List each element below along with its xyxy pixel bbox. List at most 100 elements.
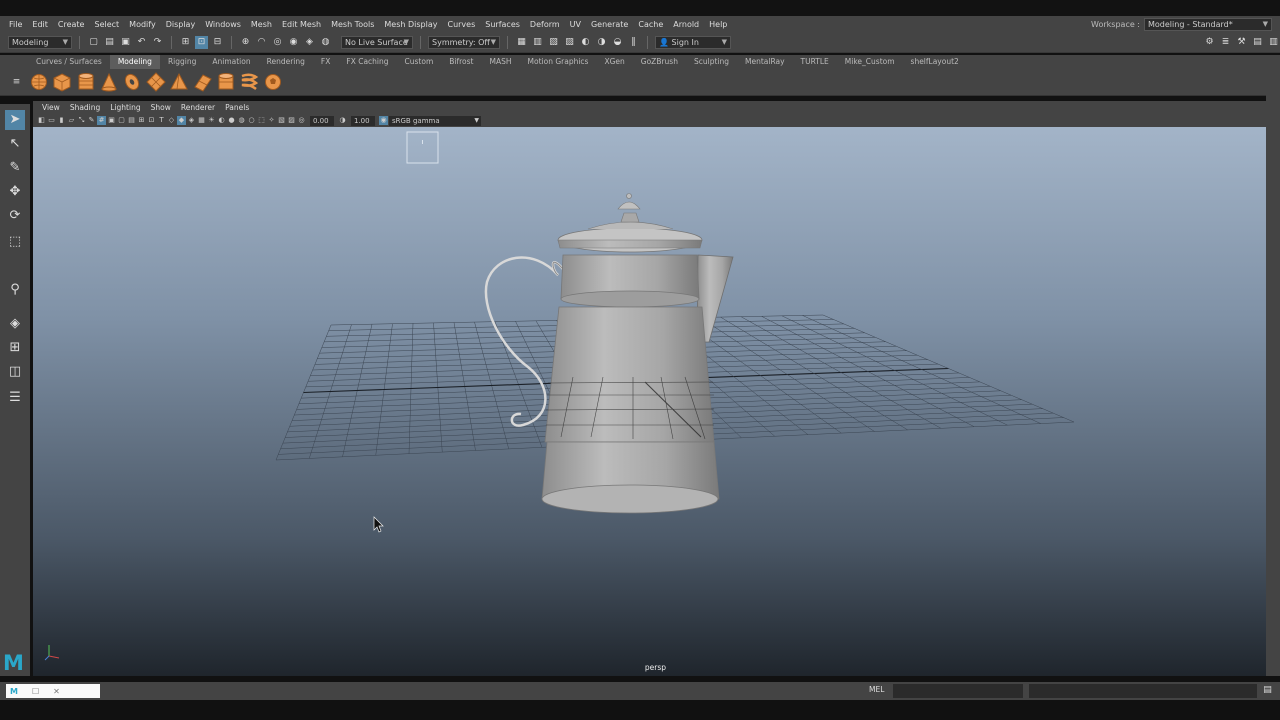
menu-mesh[interactable]: Mesh: [246, 20, 277, 29]
live-surface-field[interactable]: No Live Surface: [341, 36, 413, 49]
wireframe-icon[interactable]: ◇: [167, 116, 176, 125]
hypershade-icon[interactable]: ◐: [579, 36, 592, 49]
snap-live-icon[interactable]: ◍: [319, 36, 332, 49]
menu-help[interactable]: Help: [704, 20, 732, 29]
taskbar-item[interactable]: M ☐ ✕: [6, 684, 100, 698]
camera-attributes-icon[interactable]: ▭: [47, 116, 56, 125]
menu-mesh-tools[interactable]: Mesh Tools: [326, 20, 379, 29]
snap-curve-icon[interactable]: ◠: [255, 36, 268, 49]
snap-point-icon[interactable]: ◎: [271, 36, 284, 49]
script-editor-icon[interactable]: ▤: [1261, 684, 1274, 697]
viewport-menu-view[interactable]: View: [37, 103, 65, 112]
open-scene-icon[interactable]: ▤: [103, 36, 116, 49]
shelf-tab-rendering[interactable]: Rendering: [259, 55, 313, 69]
perspective-viewport[interactable]: persp: [33, 127, 1278, 676]
shadows-icon[interactable]: ◐: [217, 116, 226, 125]
menu-mesh-display[interactable]: Mesh Display: [379, 20, 442, 29]
close-icon[interactable]: ✕: [53, 687, 60, 696]
shelf-tab-animation[interactable]: Animation: [204, 55, 258, 69]
side-by-side-view-icon[interactable]: ◫: [5, 362, 25, 382]
shelf-tab-xgen[interactable]: XGen: [596, 55, 632, 69]
menu-select[interactable]: Select: [89, 20, 124, 29]
shelf-menu-icon[interactable]: ≡: [10, 76, 23, 89]
poly-pyramid-icon[interactable]: [170, 72, 188, 90]
select-component-icon[interactable]: ⊟: [211, 36, 224, 49]
exposure-icon[interactable]: ◎: [297, 116, 306, 125]
poly-pipe-icon[interactable]: [218, 73, 234, 90]
viewport-menu-lighting[interactable]: Lighting: [105, 103, 145, 112]
field-chart-icon[interactable]: ⊞: [137, 116, 146, 125]
gate-mask-icon[interactable]: ▤: [127, 116, 136, 125]
outliner-layout-icon[interactable]: ☰: [5, 388, 25, 408]
select-tool-icon[interactable]: ➤: [5, 110, 25, 130]
viewport-menu-renderer[interactable]: Renderer: [176, 103, 220, 112]
menu-uv[interactable]: UV: [565, 20, 586, 29]
redo-icon[interactable]: ↷: [151, 36, 164, 49]
safe-title-icon[interactable]: T: [157, 116, 166, 125]
render-frame-icon[interactable]: ▥: [531, 36, 544, 49]
symmetry-dropdown[interactable]: Symmetry: Off: [428, 36, 500, 49]
menu-edit[interactable]: Edit: [27, 20, 53, 29]
exposure-field[interactable]: 0.00: [310, 115, 334, 126]
shelf-tab-curves-surfaces[interactable]: Curves / Surfaces: [28, 55, 110, 69]
gamma-field[interactable]: 1.00: [351, 115, 375, 126]
menu-curves[interactable]: Curves: [442, 20, 480, 29]
poly-plane-icon[interactable]: [146, 72, 166, 92]
poly-cone-icon[interactable]: [101, 72, 117, 92]
menu-display[interactable]: Display: [161, 20, 201, 29]
shelf-tab-bifrost[interactable]: Bifrost: [441, 55, 481, 69]
render-setup-icon[interactable]: ◑: [595, 36, 608, 49]
gamma-icon[interactable]: ◑: [338, 116, 347, 125]
shelf-tab-mike-custom[interactable]: Mike_Custom: [837, 55, 903, 69]
menu-modify[interactable]: Modify: [124, 20, 161, 29]
poly-cylinder-icon[interactable]: [78, 73, 94, 90]
last-tool-icon[interactable]: ⚲: [5, 280, 25, 300]
new-scene-icon[interactable]: ▢: [87, 36, 100, 49]
menuset-dropdown[interactable]: Modeling: [8, 36, 72, 49]
use-all-lights-icon[interactable]: ☀: [207, 116, 216, 125]
camera-select-icon[interactable]: ◧: [37, 116, 46, 125]
shelf-tab-fx[interactable]: FX: [313, 55, 338, 69]
wireframe-on-shaded-icon[interactable]: ◈: [187, 116, 196, 125]
select-hierarchy-icon[interactable]: ⊞: [179, 36, 192, 49]
menu-edit-mesh[interactable]: Edit Mesh: [277, 20, 326, 29]
shelf-tab-shelflayout2[interactable]: shelfLayout2: [903, 55, 967, 69]
light-editor-icon[interactable]: ◒: [611, 36, 624, 49]
color-space-dropdown[interactable]: sRGB gamma: [389, 115, 481, 126]
poly-sphere-icon[interactable]: [31, 74, 47, 90]
isolate-select-icon[interactable]: ⬚: [257, 116, 266, 125]
textured-icon[interactable]: ▦: [197, 116, 206, 125]
paint-select-tool-icon[interactable]: ✎: [5, 158, 25, 178]
rotate-tool-icon[interactable]: ⟳: [5, 206, 25, 226]
viewport-menu-show[interactable]: Show: [146, 103, 176, 112]
x-ray-joints-icon[interactable]: ▨: [287, 116, 296, 125]
film-gate-icon[interactable]: ▣: [107, 116, 116, 125]
render-view-icon[interactable]: ▦: [515, 36, 528, 49]
scale-tool-icon[interactable]: ⬚: [5, 232, 25, 252]
viewport-menu-shading[interactable]: Shading: [65, 103, 105, 112]
pause-icon[interactable]: ‖: [627, 36, 640, 49]
menu-windows[interactable]: Windows: [200, 20, 246, 29]
menu-arnold[interactable]: Arnold: [668, 20, 704, 29]
shelf-tab-motion-graphics[interactable]: Motion Graphics: [520, 55, 597, 69]
outliner-toggle-icon[interactable]: ▥: [1267, 36, 1280, 49]
snap-view-icon[interactable]: ◉: [287, 36, 300, 49]
motion-blur-icon[interactable]: ◍: [237, 116, 246, 125]
channel-box-icon[interactable]: ▤: [1251, 36, 1264, 49]
poly-prism-icon[interactable]: [194, 74, 212, 92]
poly-helix-icon[interactable]: [241, 73, 259, 90]
shelf-tab-gozbrush[interactable]: GoZBrush: [633, 55, 686, 69]
shelf-tab-rigging[interactable]: Rigging: [160, 55, 204, 69]
image-plane-icon[interactable]: ▱: [67, 116, 76, 125]
modeling-toolkit-icon[interactable]: ⚙: [1203, 36, 1216, 49]
menu-deform[interactable]: Deform: [525, 20, 565, 29]
undo-icon[interactable]: ↶: [135, 36, 148, 49]
poly-cube-icon[interactable]: [53, 73, 71, 92]
ambient-occlusion-icon[interactable]: ●: [227, 116, 236, 125]
safe-action-icon[interactable]: ⊡: [147, 116, 156, 125]
sign-in-button[interactable]: 👤 Sign In: [655, 36, 731, 49]
shelf-tab-mash[interactable]: MASH: [482, 55, 520, 69]
ipr-render-icon[interactable]: ▧: [547, 36, 560, 49]
save-scene-icon[interactable]: ▣: [119, 36, 132, 49]
grease-pencil-icon[interactable]: ✎: [87, 116, 96, 125]
